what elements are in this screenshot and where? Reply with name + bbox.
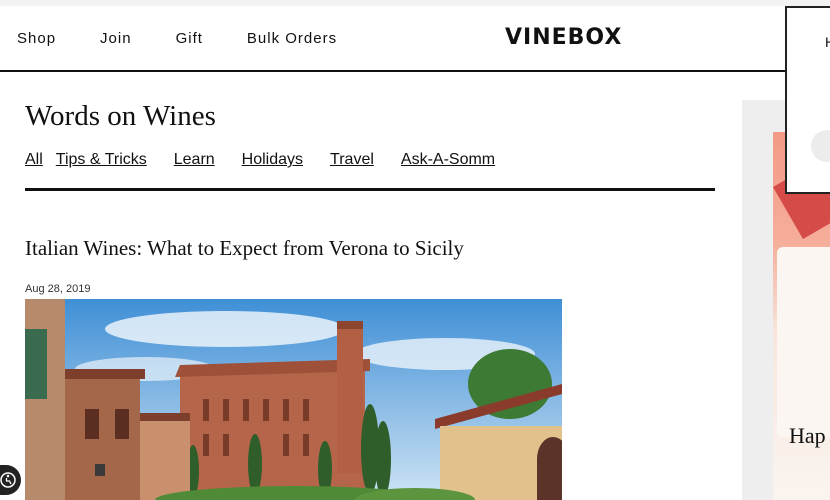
site-logo[interactable]: VINEBOX — [505, 25, 622, 50]
popup-text: H — [825, 34, 830, 50]
category-nav: All Tips & Tricks Learn Holidays Travel … — [25, 151, 495, 169]
category-all-link[interactable]: All — [25, 151, 43, 169]
popup-toggle[interactable] — [811, 130, 830, 162]
ad-headline: Hap — [789, 423, 826, 448]
accessibility-button[interactable] — [0, 465, 21, 495]
category-travel-link[interactable]: Travel — [330, 151, 374, 169]
category-learn-link[interactable]: Learn — [174, 151, 215, 169]
nav-shop-link[interactable]: Shop — [17, 30, 56, 47]
category-ask-a-somm-link[interactable]: Ask-A-Somm — [401, 151, 495, 169]
section-divider — [25, 188, 715, 191]
nav-gift-link[interactable]: Gift — [176, 30, 203, 47]
popup-dialog: H — [785, 6, 830, 194]
accessibility-icon — [0, 472, 16, 488]
hero-photo — [25, 299, 562, 500]
page-title: Words on Wines — [25, 100, 216, 132]
post-hero-image[interactable] — [25, 299, 562, 500]
site-header: Shop Join Gift Bulk Orders VINEBOX — [0, 0, 830, 72]
nav-join-link[interactable]: Join — [100, 30, 132, 47]
post-date: Aug 28, 2019 — [25, 283, 91, 295]
category-tips-link[interactable]: Tips & Tricks — [56, 151, 147, 169]
main-nav: Shop Join Gift Bulk Orders — [17, 30, 381, 47]
nav-bulk-orders-link[interactable]: Bulk Orders — [247, 30, 337, 47]
category-holidays-link[interactable]: Holidays — [242, 151, 303, 169]
post-title[interactable]: Italian Wines: What to Expect from Veron… — [25, 236, 464, 261]
ad-card — [777, 247, 830, 437]
